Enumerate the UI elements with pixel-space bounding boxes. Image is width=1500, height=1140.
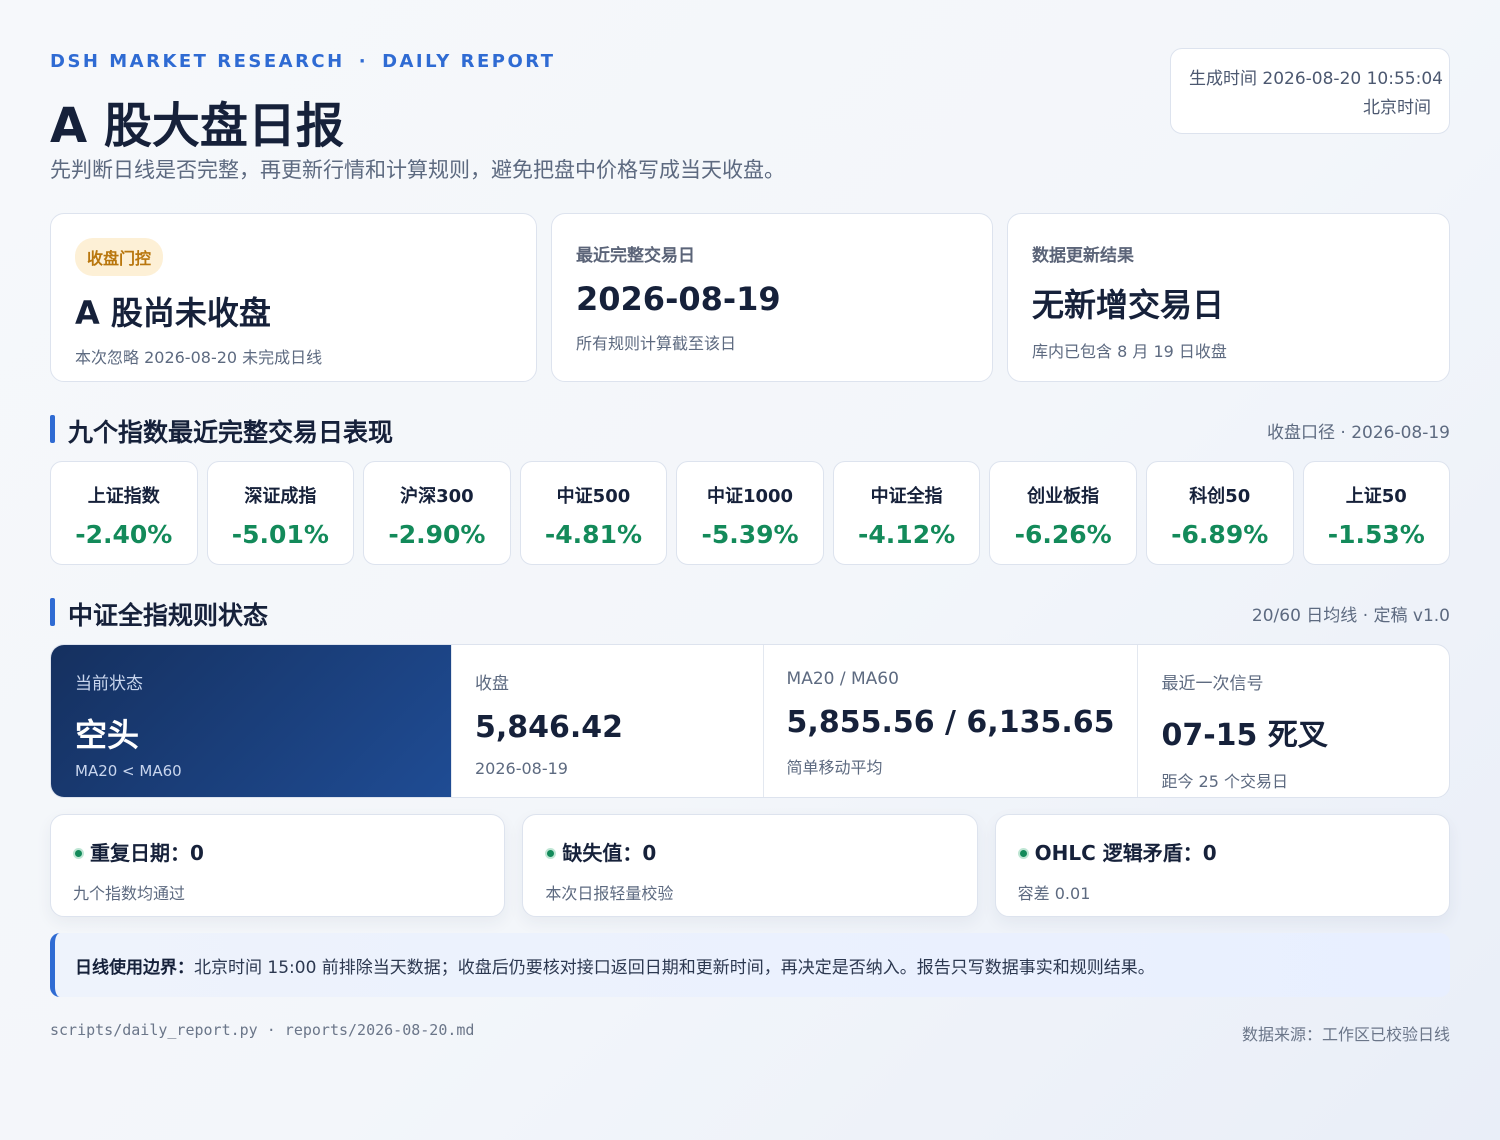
index-name: 中证1000 <box>706 486 794 507</box>
index-card: 创业板指 -6.26% <box>989 461 1137 565</box>
footer-data-source: 数据来源：工作区已校验日线 <box>1241 1025 1450 1044</box>
check-title: OHLC 逻辑矛盾：0 <box>1034 841 1217 865</box>
index-change: -1.53% <box>1327 520 1425 549</box>
note-text: 北京时间 15:00 前排除当天数据；收盘后仍要核对接口返回日期和更新时间，再决… <box>194 958 1155 978</box>
note-label: 日线使用边界： <box>75 958 194 978</box>
last-signal-label: 最近一次信号 <box>1161 674 1264 694</box>
close-gate-card: 收盘门控 A 股尚未收盘 本次忽略 2026-08-20 未完成日线 <box>50 213 537 382</box>
index-card: 中证全指 -4.12% <box>832 461 981 565</box>
index-card: 科创50 -6.89% <box>1145 461 1294 565</box>
close-gate-value: A 股尚未收盘 <box>75 294 271 332</box>
index-name: 中证500 <box>556 486 631 507</box>
index-card: 上证50 -1.53% <box>1302 461 1451 565</box>
moving-average-label: MA20 / MA60 <box>786 669 899 689</box>
close-gate-note: 本次忽略 2026-08-20 未完成日线 <box>75 348 323 367</box>
data-update-note: 库内已包含 8 月 19 日收盘 <box>1032 342 1227 361</box>
last-signal-cell: 最近一次信号 07-15 死叉 距今 25 个交易日 <box>1137 645 1449 797</box>
kicker-type: DAILY REPORT <box>382 51 556 72</box>
index-change: -5.39% <box>701 520 799 549</box>
current-status-block: 当前状态 空头 MA20 < MA60 <box>51 645 451 797</box>
last-signal-note: 距今 25 个交易日 <box>1161 772 1289 791</box>
close-price-value: 5,846.42 <box>475 710 624 745</box>
check-title: 缺失值：0 <box>562 841 657 865</box>
kicker-separator: · <box>358 51 369 72</box>
daily-report-page: DSH MARKET RESEARCH · DAILY REPORT A 股大盘日报… <box>50 0 1451 1140</box>
latest-trading-day-card: 最近完整交易日 2026-08-19 所有规则计算截至该日 <box>551 213 993 382</box>
index-change: -6.26% <box>1014 520 1112 549</box>
latest-trading-day-note: 所有规则计算截至该日 <box>576 334 737 353</box>
kicker-brand: DSH MARKET RESEARCH <box>50 51 345 72</box>
rule-status-panel: 当前状态 空头 MA20 < MA60 收盘 5,846.42 2026-08-… <box>50 644 1450 798</box>
index-card: 深证成指 -5.01% <box>206 461 355 565</box>
data-update-card: 数据更新结果 无新增交易日 库内已包含 8 月 19 日收盘 <box>1007 213 1450 382</box>
close-price-date: 2026-08-19 <box>475 759 568 778</box>
generated-time: 生成时间 2026-08-20 10:55:04 <box>1189 69 1443 89</box>
rules-section-meta: 20/60 日均线 · 定稿 v1.0 <box>1251 606 1450 626</box>
index-name: 上证指数 <box>87 486 160 507</box>
moving-average-note: 简单移动平均 <box>786 758 883 777</box>
current-status-value: 空头 <box>75 716 140 754</box>
data-update-label: 数据更新结果 <box>1032 246 1134 266</box>
index-name: 深证成指 <box>244 486 317 507</box>
index-change: -2.90% <box>388 520 486 549</box>
indices-section-title: 九个指数最近完整交易日表现 <box>50 413 393 449</box>
index-change: -4.12% <box>858 520 956 549</box>
close-gate-badge: 收盘门控 <box>75 238 164 276</box>
close-price-cell: 收盘 5,846.42 2026-08-19 <box>451 645 763 797</box>
pass-dot-icon <box>73 848 84 859</box>
validation-check-row: 重复日期：0 九个指数均通过 缺失值：0 本次日报轻量校验 OHLC 逻辑矛盾：… <box>50 814 1450 917</box>
current-status-label: 当前状态 <box>75 674 143 694</box>
duplicate-dates-check: 重复日期：0 九个指数均通过 <box>50 814 506 917</box>
indices-section-meta: 收盘口径 · 2026-08-19 <box>1266 423 1450 443</box>
ohlc-logic-check: OHLC 逻辑矛盾：0 容差 0.01 <box>994 814 1450 917</box>
index-change: -5.01% <box>231 520 329 549</box>
index-name: 沪深300 <box>400 486 474 507</box>
check-note: 容差 0.01 <box>1017 884 1091 903</box>
data-update-value: 无新增交易日 <box>1032 286 1225 324</box>
moving-average-cell: MA20 / MA60 5,855.56 / 6,135.65 简单移动平均 <box>762 645 1138 797</box>
current-status-condition: MA20 < MA60 <box>75 762 182 780</box>
close-price-label: 收盘 <box>475 674 509 694</box>
index-card-row: 上证指数 -2.40% 深证成指 -5.01% 沪深300 -2.90% 中证500 -… <box>50 461 1451 565</box>
latest-trading-day-label: 最近完整交易日 <box>576 246 695 266</box>
last-signal-value: 07-15 死叉 <box>1161 718 1328 753</box>
generated-time-box: 生成时间 2026-08-20 10:55:04 北京时间 <box>1170 48 1450 134</box>
timezone-label: 北京时间 <box>1363 98 1431 118</box>
index-name: 中证全指 <box>870 486 943 507</box>
page-subtitle: 先判断日线是否完整，再更新行情和计算规则，避免把盘中价格写成当天收盘。 <box>50 158 785 182</box>
index-card: 中证500 -4.81% <box>519 461 668 565</box>
index-name: 创业板指 <box>1027 486 1100 507</box>
moving-average-value: 5,855.56 / 6,135.65 <box>786 705 1115 740</box>
usage-boundary-note: 日线使用边界：北京时间 15:00 前排除当天数据；收盘后仍要核对接口返回日期和… <box>50 933 1450 997</box>
index-name: 科创50 <box>1189 486 1251 507</box>
check-note: 九个指数均通过 <box>73 884 186 903</box>
index-change: -6.89% <box>1171 520 1269 549</box>
index-card: 上证指数 -2.40% <box>50 461 198 565</box>
footer-file-paths: scripts/daily_report.py · reports/2026-0… <box>50 1021 475 1039</box>
report-kicker: DSH MARKET RESEARCH · DAILY REPORT <box>50 51 556 72</box>
index-change: -2.40% <box>75 520 173 549</box>
index-name: 上证50 <box>1345 486 1407 507</box>
latest-trading-day-value: 2026-08-19 <box>576 280 781 318</box>
pass-dot-icon <box>1017 848 1029 859</box>
page-title: A 股大盘日报 <box>50 98 344 154</box>
pass-dot-icon <box>545 848 557 859</box>
check-title: 重复日期：0 <box>90 841 204 865</box>
index-change: -4.81% <box>544 520 643 549</box>
index-card: 沪深300 -2.90% <box>363 461 511 565</box>
check-note: 本次日报轻量校验 <box>545 884 674 903</box>
index-card: 中证1000 -5.39% <box>676 461 824 565</box>
rules-section-title: 中证全指规则状态 <box>50 596 268 632</box>
missing-values-check: 缺失值：0 本次日报轻量校验 <box>522 814 978 917</box>
